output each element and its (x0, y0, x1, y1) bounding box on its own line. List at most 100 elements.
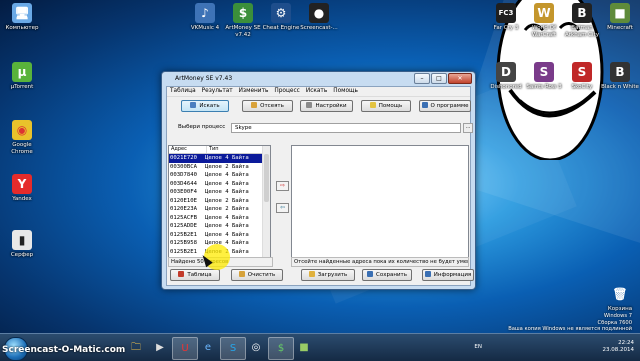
menu-result[interactable]: Результат (202, 87, 233, 96)
settings-button[interactable]: Настройки (300, 100, 353, 112)
info-button[interactable]: Информация (422, 269, 474, 281)
list-item-address: 003D7840 (170, 172, 197, 178)
desktop-icon-recycle-bin[interactable]: 🗑 Корзина (600, 284, 640, 313)
desktop-icon-skocity[interactable]: S SkoCity (562, 62, 602, 91)
screencast-watermark: Screencast-O-Matic.com (2, 345, 126, 355)
list-item[interactable]: 00300BCA Целое 2 Байта (169, 163, 270, 172)
menu-process[interactable]: Процесс (274, 87, 299, 96)
black-white-icon: B (610, 62, 630, 82)
minimize-button[interactable]: – (414, 73, 430, 84)
menu-help[interactable]: Помощь (333, 87, 358, 96)
taskbar-explorer[interactable]: 🗀 (124, 337, 148, 358)
move-left-button[interactable]: ⇦ (276, 203, 289, 213)
save-button[interactable]: Сохранить (362, 269, 412, 281)
list-item-address: 0125ADDE (170, 223, 197, 229)
clear-button[interactable]: Очистить (231, 269, 283, 281)
filter-icon (251, 102, 258, 108)
desktop-icon-computer[interactable]: 🖥 Компьютер (2, 3, 42, 32)
scrollbar-thumb[interactable] (264, 154, 269, 202)
computer-icon: 🖥 (12, 3, 32, 23)
list-item[interactable]: 0021E720 Целое 4 Байта (169, 154, 270, 163)
search-button[interactable]: Искать (181, 100, 229, 112)
desktop-icon-dishonored[interactable]: D Dishonored (486, 62, 526, 91)
desktop-icon-label: ArtMoney SE v7.42 (225, 25, 261, 38)
help-button[interactable]: Помощь (361, 100, 411, 112)
list-item[interactable]: 0125B2E1 Целое 4 Байта (169, 231, 270, 240)
list-item[interactable]: 003D7840 Целое 4 Байта (169, 171, 270, 180)
desktop-icon-chrome[interactable]: ◉ Google Chrome (2, 120, 42, 155)
desktop-icon-artmoney[interactable]: $ ArtMoney SE v7.42 (223, 3, 263, 38)
process-label: Выбери процесс (178, 124, 226, 130)
table-panel[interactable] (291, 145, 469, 258)
farcry3-icon: FC3 (496, 3, 516, 23)
list-item-type: Целое 2 Байта (205, 163, 249, 170)
desktop-icon-screencast[interactable]: ● Screencast-... (299, 3, 339, 32)
taskbar-utorrent[interactable]: U (172, 337, 198, 360)
close-button[interactable]: ✕ (448, 73, 472, 84)
table-button[interactable]: Таблица (170, 269, 220, 281)
dishonored-icon: D (496, 62, 516, 82)
maximize-button[interactable]: □ (431, 73, 447, 84)
desktop-icon-vkmusic[interactable]: ♪ VKMusic 4 (185, 3, 225, 32)
desktop-icon-minecraft[interactable]: ■ Minecraft (600, 3, 640, 32)
menu-search[interactable]: Искать (306, 87, 327, 96)
list-item[interactable]: 0125ACFB Целое 4 Байта (169, 214, 270, 223)
list-item-type: Целое 4 Байта (205, 180, 249, 187)
taskbar-skype[interactable]: S (220, 337, 246, 360)
list-item-type: Целое 4 Байта (205, 172, 249, 178)
desktop-icon-saints-row[interactable]: S Saints Row 3 (524, 62, 564, 91)
screencast-icon: ● (309, 3, 329, 23)
info-icon (421, 102, 428, 108)
menu-edit[interactable]: Изменить (239, 87, 269, 96)
filter-button[interactable]: Отсеять (242, 100, 293, 112)
taskbar-media[interactable]: ▶ (148, 337, 172, 358)
list-header: Адрес Тип (169, 146, 270, 154)
process-select[interactable]: Skype (231, 123, 461, 133)
process-browse-button[interactable]: ... (463, 123, 473, 133)
desktop-icon-surfer[interactable]: ▮ Серфер (2, 230, 42, 259)
windows-genuine-warning: Ваша копия Windows не является подлинной (508, 326, 632, 332)
language-indicator[interactable]: EN (474, 344, 482, 351)
desktop-icon-yandex[interactable]: Y Yandex (2, 174, 42, 203)
clock-date[interactable]: 23.08.2014 (603, 347, 635, 354)
clock-time[interactable]: 22:24 (603, 340, 634, 347)
windows-activation-notice: Windows 7 Сборка 7600 Ваша копия Windows… (508, 313, 632, 333)
help-button-label: Помощь (378, 103, 403, 109)
desktop-icon-label: Minecraft (607, 25, 633, 31)
folder-icon (308, 271, 315, 277)
desktop-icon-wow[interactable]: W World Of WarCraft (524, 3, 564, 38)
list-item-address: 0120E10E (170, 197, 197, 204)
list-item[interactable]: 0125ADDE Целое 4 Байта (169, 222, 270, 231)
list-item[interactable]: 0120E10E Целое 2 Байта (169, 197, 270, 206)
column-type[interactable]: Тип (207, 146, 219, 153)
desktop-icon-label: SkoCity (571, 84, 593, 90)
desktop-icon-farcry3[interactable]: FC3 Far Cry 3 (486, 3, 526, 32)
about-button[interactable]: О программе (419, 100, 471, 112)
taskbar-artmoney[interactable]: $ (268, 337, 294, 360)
desktop-icon-black-white[interactable]: B Black n White (600, 62, 640, 91)
move-right-button[interactable]: ⇨ (276, 181, 289, 191)
list-item-address: 0125ACFB (170, 214, 197, 221)
list-item-address: 0125B2E1 (170, 248, 197, 255)
taskbar-screencast[interactable]: ◎ (244, 337, 268, 358)
desktop-icon-batman[interactable]: B Batman Arkham City (562, 3, 602, 38)
utorrent-icon: µ (12, 62, 32, 82)
help-icon (369, 102, 376, 108)
address-list[interactable]: Адрес Тип 0021E720 Целое 4 Байта 00300BCA… (168, 145, 271, 258)
taskbar-app[interactable]: ■ (292, 337, 316, 358)
list-item-type: Целое 4 Байта (205, 189, 249, 195)
desktop-icon-utorrent[interactable]: µ µTorrent (2, 62, 42, 91)
search-button-label: Искать (199, 103, 220, 109)
list-item[interactable]: 003E00F4 Целое 4 Байта (169, 188, 270, 197)
saints-row-icon: S (534, 62, 554, 82)
list-scrollbar[interactable] (262, 146, 270, 257)
taskbar-ie[interactable]: e (196, 337, 220, 358)
menu-table[interactable]: Таблица (170, 87, 196, 96)
load-button[interactable]: Загрузить (301, 269, 355, 281)
list-item[interactable]: 003D4644 Целое 4 Байта (169, 180, 270, 189)
minecraft-icon: ■ (610, 3, 630, 23)
desktop-icon-cheat-engine[interactable]: ⚙ Cheat Engine (261, 3, 301, 32)
list-item[interactable]: 0120E23A Целое 2 Байта (169, 205, 270, 214)
window-titlebar[interactable]: ArtMoney SE v7.43 – □ ✕ (162, 72, 475, 86)
column-address[interactable]: Адрес (169, 146, 207, 153)
